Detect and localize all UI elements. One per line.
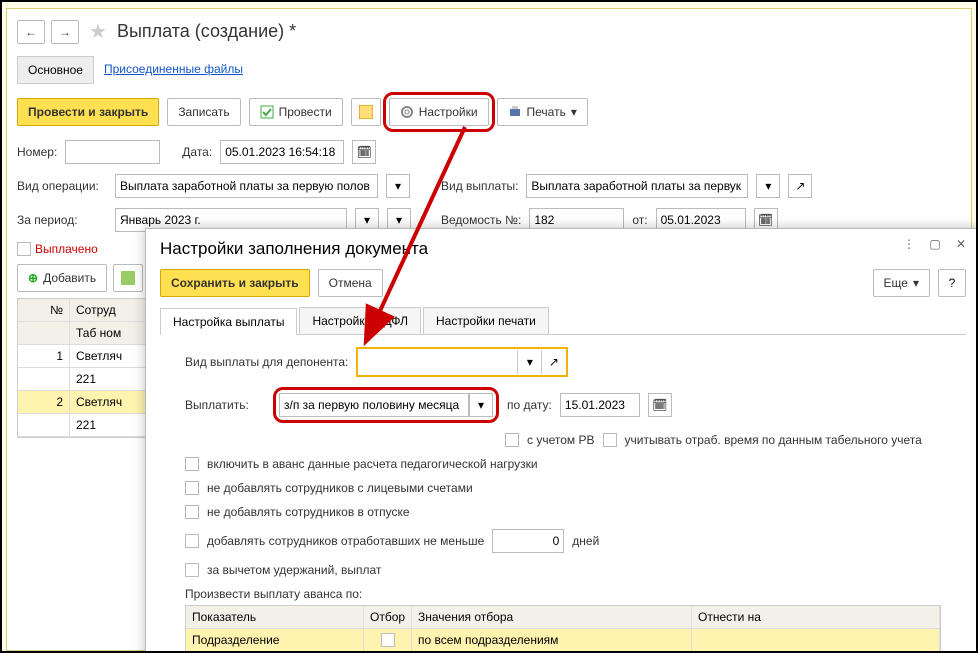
popup-tab-print[interactable]: Настройки печати [423, 307, 549, 334]
table-icon [121, 271, 135, 285]
vac-checkbox[interactable] [185, 505, 199, 519]
from-label: от: [632, 213, 647, 227]
print-icon [508, 105, 522, 119]
date-label: Дата: [182, 145, 212, 159]
grid-cell[interactable]: Светляч [70, 345, 146, 368]
pednag-label: включить в аванс данные расчета педагоги… [207, 457, 538, 471]
statement-label: Ведомость №: [441, 213, 521, 227]
calendar-icon[interactable]: 🗓 [648, 393, 672, 417]
plus-icon: ⊕ [28, 271, 38, 285]
toolbar-extra-button[interactable] [113, 264, 143, 292]
popup-title: Настройки заполнения документа [160, 239, 966, 259]
g2-cell[interactable] [364, 629, 412, 652]
grid-header-emp[interactable]: Сотруд [70, 299, 146, 322]
star-icon[interactable]: ★ [89, 19, 107, 44]
lic-checkbox[interactable] [185, 481, 199, 495]
popup-save-close-button[interactable]: Сохранить и закрыть [160, 269, 310, 297]
deponent-input[interactable] [359, 350, 517, 374]
nav-back-button[interactable]: ← [17, 20, 45, 44]
g2-cell[interactable]: Подразделение [186, 629, 364, 652]
work-checkbox[interactable] [185, 534, 199, 548]
commit-close-button[interactable]: Провести и закрыть [17, 98, 159, 126]
popup-more-button[interactable]: Еще ▾ [873, 269, 930, 297]
pay-input[interactable] [279, 393, 469, 417]
g2-cell[interactable] [692, 629, 940, 652]
lic-label: не добавлять сотрудников с лицевыми счет… [207, 481, 473, 495]
save-button[interactable]: Записать [167, 98, 240, 126]
g2-cell[interactable]: по всем подразделениям [412, 629, 692, 652]
chevron-down-icon[interactable]: ▾ [517, 350, 541, 374]
optype-label: Вид операции: [17, 179, 107, 193]
grid-cell[interactable]: 2 [18, 391, 70, 414]
number-label: Номер: [17, 145, 57, 159]
grid-header-tab[interactable]: Таб ном [70, 322, 146, 345]
popup-cancel-button[interactable]: Отмена [318, 269, 383, 297]
paid-checkbox[interactable] [17, 242, 31, 256]
add-button[interactable]: ⊕ Добавить [17, 264, 107, 292]
popup-tab-pay[interactable]: Настройка выплаты [160, 308, 297, 335]
close-icon[interactable]: ✕ [952, 235, 970, 253]
todate-label: по дату: [507, 398, 552, 412]
settings-highlight: Настройки [383, 92, 495, 132]
minimize-icon[interactable]: ▢ [926, 235, 944, 253]
chevron-down-icon[interactable]: ▾ [756, 174, 780, 198]
settings-popup: ⋮ ▢ ✕ Настройки заполнения документа Сох… [145, 228, 978, 653]
more-dots-icon[interactable]: ⋮ [900, 235, 918, 253]
print-button[interactable]: Печать ▾ [497, 98, 588, 126]
grid-cell[interactable]: 1 [18, 345, 70, 368]
grid-header-num[interactable]: № [18, 299, 70, 322]
pencil-icon [359, 105, 373, 119]
deduct-checkbox[interactable] [185, 563, 199, 577]
rv-checkbox[interactable] [505, 433, 519, 447]
grid-cell[interactable]: Светляч [70, 391, 146, 414]
chevron-down-icon: ▾ [913, 276, 919, 290]
chevron-down-icon[interactable]: ▾ [469, 393, 493, 417]
deduct-label: за вычетом удержаний, выплат [207, 563, 381, 577]
calendar-icon[interactable]: 🗓 [352, 140, 376, 164]
grid-cell[interactable]: 221 [70, 414, 146, 437]
pay-label: Выплатить: [185, 398, 265, 412]
paytype-input[interactable] [526, 174, 748, 198]
avans-header: Произвести выплату аванса по: [185, 587, 941, 601]
nav-fwd-button[interactable]: → [51, 20, 79, 44]
todate-input[interactable] [560, 393, 640, 417]
g2-header-indicator[interactable]: Показатель [186, 606, 364, 629]
filter-checkbox[interactable] [381, 633, 395, 647]
pednag-checkbox[interactable] [185, 457, 199, 471]
chevron-down-icon: ▾ [571, 105, 577, 119]
work-label: добавлять сотрудников отработавших не ме… [207, 534, 484, 548]
tabel-checkbox[interactable] [603, 433, 617, 447]
paytype-label: Вид выплаты: [441, 179, 518, 193]
vac-label: не добавлять сотрудников в отпуске [207, 505, 410, 519]
popup-tab-ndfl[interactable]: Настройка НДФЛ [299, 307, 421, 334]
commit-icon [260, 105, 274, 119]
settings-button[interactable]: Настройки [389, 98, 489, 126]
days-label: дней [572, 534, 599, 548]
chevron-down-icon[interactable]: ▾ [386, 174, 410, 198]
period-label: За период: [17, 213, 107, 227]
deponent-label: Вид выплаты для депонента: [185, 355, 348, 369]
popup-help-button[interactable]: ? [938, 269, 966, 297]
gear-icon [400, 105, 414, 119]
paid-label: Выплачено [35, 242, 98, 256]
tab-attached-files[interactable]: Присоединенные файлы [94, 56, 253, 84]
commit-button[interactable]: Провести [249, 98, 343, 126]
days-input[interactable] [492, 529, 564, 553]
tab-main[interactable]: Основное [17, 56, 94, 84]
g2-header-filter[interactable]: Отбор [364, 606, 412, 629]
external-link-icon[interactable]: ↗ [541, 350, 565, 374]
rv-label: с учетом РВ [527, 433, 595, 447]
number-input[interactable] [65, 140, 160, 164]
g2-header-values[interactable]: Значения отбора [412, 606, 692, 629]
tabel-label: учитывать отраб. время по данным табельн… [625, 433, 922, 447]
external-link-icon[interactable]: ↗ [788, 174, 812, 198]
optype-input[interactable] [115, 174, 378, 198]
date-input[interactable] [220, 140, 344, 164]
grid-cell[interactable]: 221 [70, 368, 146, 391]
edit-icon-button[interactable] [351, 98, 381, 126]
page-title: Выплата (создание) * [117, 21, 296, 42]
g2-header-assign[interactable]: Отнести на [692, 606, 940, 629]
pay-highlight: ▾ [273, 387, 499, 423]
